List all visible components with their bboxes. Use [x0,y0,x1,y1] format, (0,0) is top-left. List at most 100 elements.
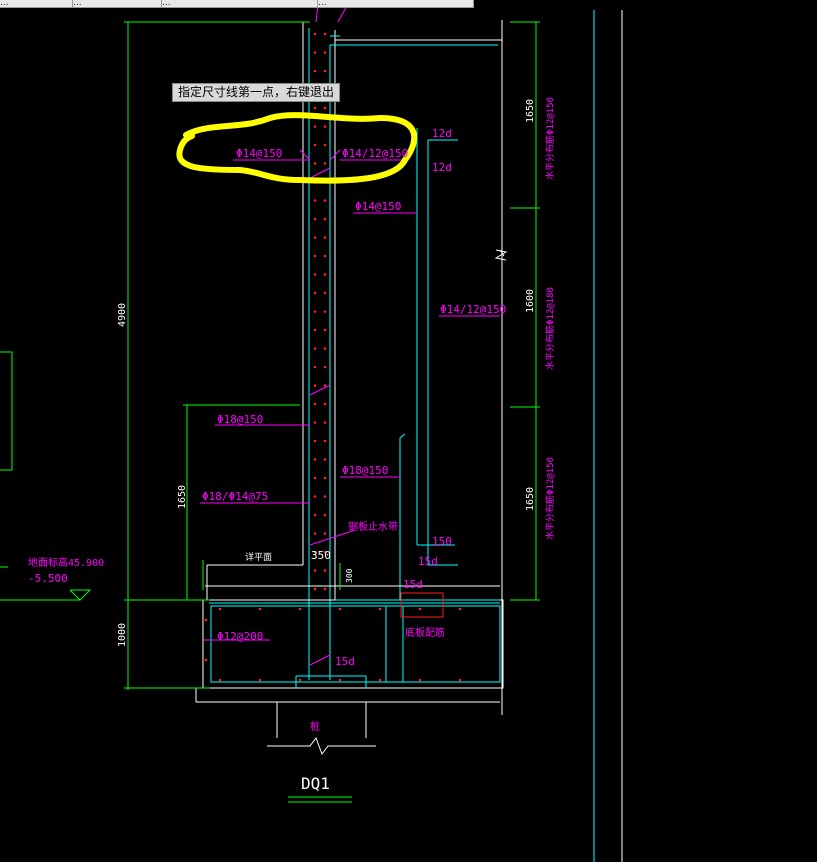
rebar-dot [323,69,327,73]
rebar-dot [313,217,317,221]
tab-2[interactable]: ... [73,0,162,8]
rebar-dot [323,402,327,406]
anchor-label: 15d [403,578,423,591]
rebar-dot [323,310,327,313]
rebar-dot [313,254,317,258]
rebar-dot [458,607,462,611]
rebar-dot [313,162,317,165]
rebar-dot [323,236,327,239]
rebar-dot [378,678,382,682]
rebar-label: Φ18@150 [342,464,388,477]
rebar-dot [313,199,317,202]
rebar-dot [323,569,327,572]
distribution-label: 水平分布筋Φ12@180 [544,287,556,370]
rebar-dot [323,32,327,36]
rebar-dot [323,291,327,295]
dim-label: 300 [345,568,354,583]
rebar-dot [323,199,327,202]
rebar-dot [313,310,317,313]
anchor-label: 150 [432,535,452,548]
elevation-label: 地面标高45.900 [28,556,104,569]
waterstop-label: 钢板止水带 [348,520,398,533]
rebar-dot [258,607,262,611]
rebar-label: Φ14@150 [355,200,401,213]
tab-3[interactable]: ... [162,0,318,8]
rebar-dot [313,476,317,480]
rebar-dot [323,125,327,128]
rebar-dot [323,51,327,54]
dim-label: 1650 [177,485,188,509]
rebar-dot [313,236,317,239]
rebar-dot [313,439,317,443]
rebar-dot [313,532,317,535]
anchor-label: 15d [418,555,438,568]
rebar-dot [323,106,327,110]
rebar-dot [313,106,317,110]
rebar-dot [313,291,317,295]
rebar-dot [323,347,327,350]
rebar-dot [313,347,317,350]
rebar-dot [204,658,208,662]
rebar-dot [218,607,222,611]
distribution-label: 水平分布筋Φ12@150 [544,97,556,180]
anchor-label: 15d [335,655,355,668]
rebar-dot [323,217,327,221]
rebar-dot [313,125,317,128]
rebar-dot [323,532,327,535]
cad-drawing[interactable]: Φ14@150 Φ14/12@150 12d 12d Φ14@150 Φ14/1… [0,0,817,862]
base-note: 底板配筋 [405,626,445,639]
leader-lines [200,149,500,666]
rebar-dot [323,254,327,258]
base-outline [195,599,504,756]
rebar-dot [313,32,317,36]
rebar-dot [338,607,342,611]
command-tooltip: 指定尺寸线第一点，右键退出 [172,83,341,102]
break-symbol [494,249,508,261]
rebar-dot [298,678,302,682]
elevation-label: -5.500 [28,572,68,585]
rebar-dot [323,384,327,387]
rebar-dot [323,143,327,147]
dimension-lines [0,21,540,690]
rebar-dot [323,421,327,424]
rebar-dot [323,458,327,461]
rebar-label: Φ18/Φ14@75 [202,490,268,503]
rebar-label: Φ12@200 [217,630,263,643]
dim-label: 4900 [117,303,128,327]
rebar-dot [313,569,317,572]
tab-4[interactable]: ... [318,0,474,8]
rebar-dot [323,273,327,276]
rebar-dot [313,513,317,517]
dim-label: 350 [311,549,331,562]
waterstop-box [400,592,444,618]
dim-label: 1650 [525,487,536,511]
dim-label: 1600 [525,289,536,313]
rebar-dot [313,384,317,387]
rebar-dot [323,587,327,591]
rebar-dot [458,678,462,682]
rebar-dot [338,678,342,682]
rebar-dot [204,618,208,622]
anchor-label: 12d [432,127,452,140]
rebar-dot [258,678,262,682]
rebar-dot [323,328,327,332]
rebar-dot [378,607,382,611]
section-title: DQ1 [301,774,330,793]
rebar-dot [323,476,327,480]
rebar-dot [313,273,317,276]
anchor-label: 12d [432,161,452,174]
tab-1[interactable]: ... [0,0,73,8]
rebar-dot [323,513,327,517]
rebar-dot [323,495,327,498]
rebar-dot [313,143,317,147]
rebar-dot [323,162,327,165]
rebar-dot [313,69,317,73]
rebar-label: Φ14@150 [236,147,282,160]
rebar-label: Φ18@150 [217,413,263,426]
rebar-dot [313,328,317,332]
dim-label: 1000 [117,623,128,647]
dim-label: 1650 [525,99,536,123]
rebar-label: Φ14/12@150 [440,303,506,316]
rebar-dot [313,587,317,591]
rebar-dot [218,678,222,682]
